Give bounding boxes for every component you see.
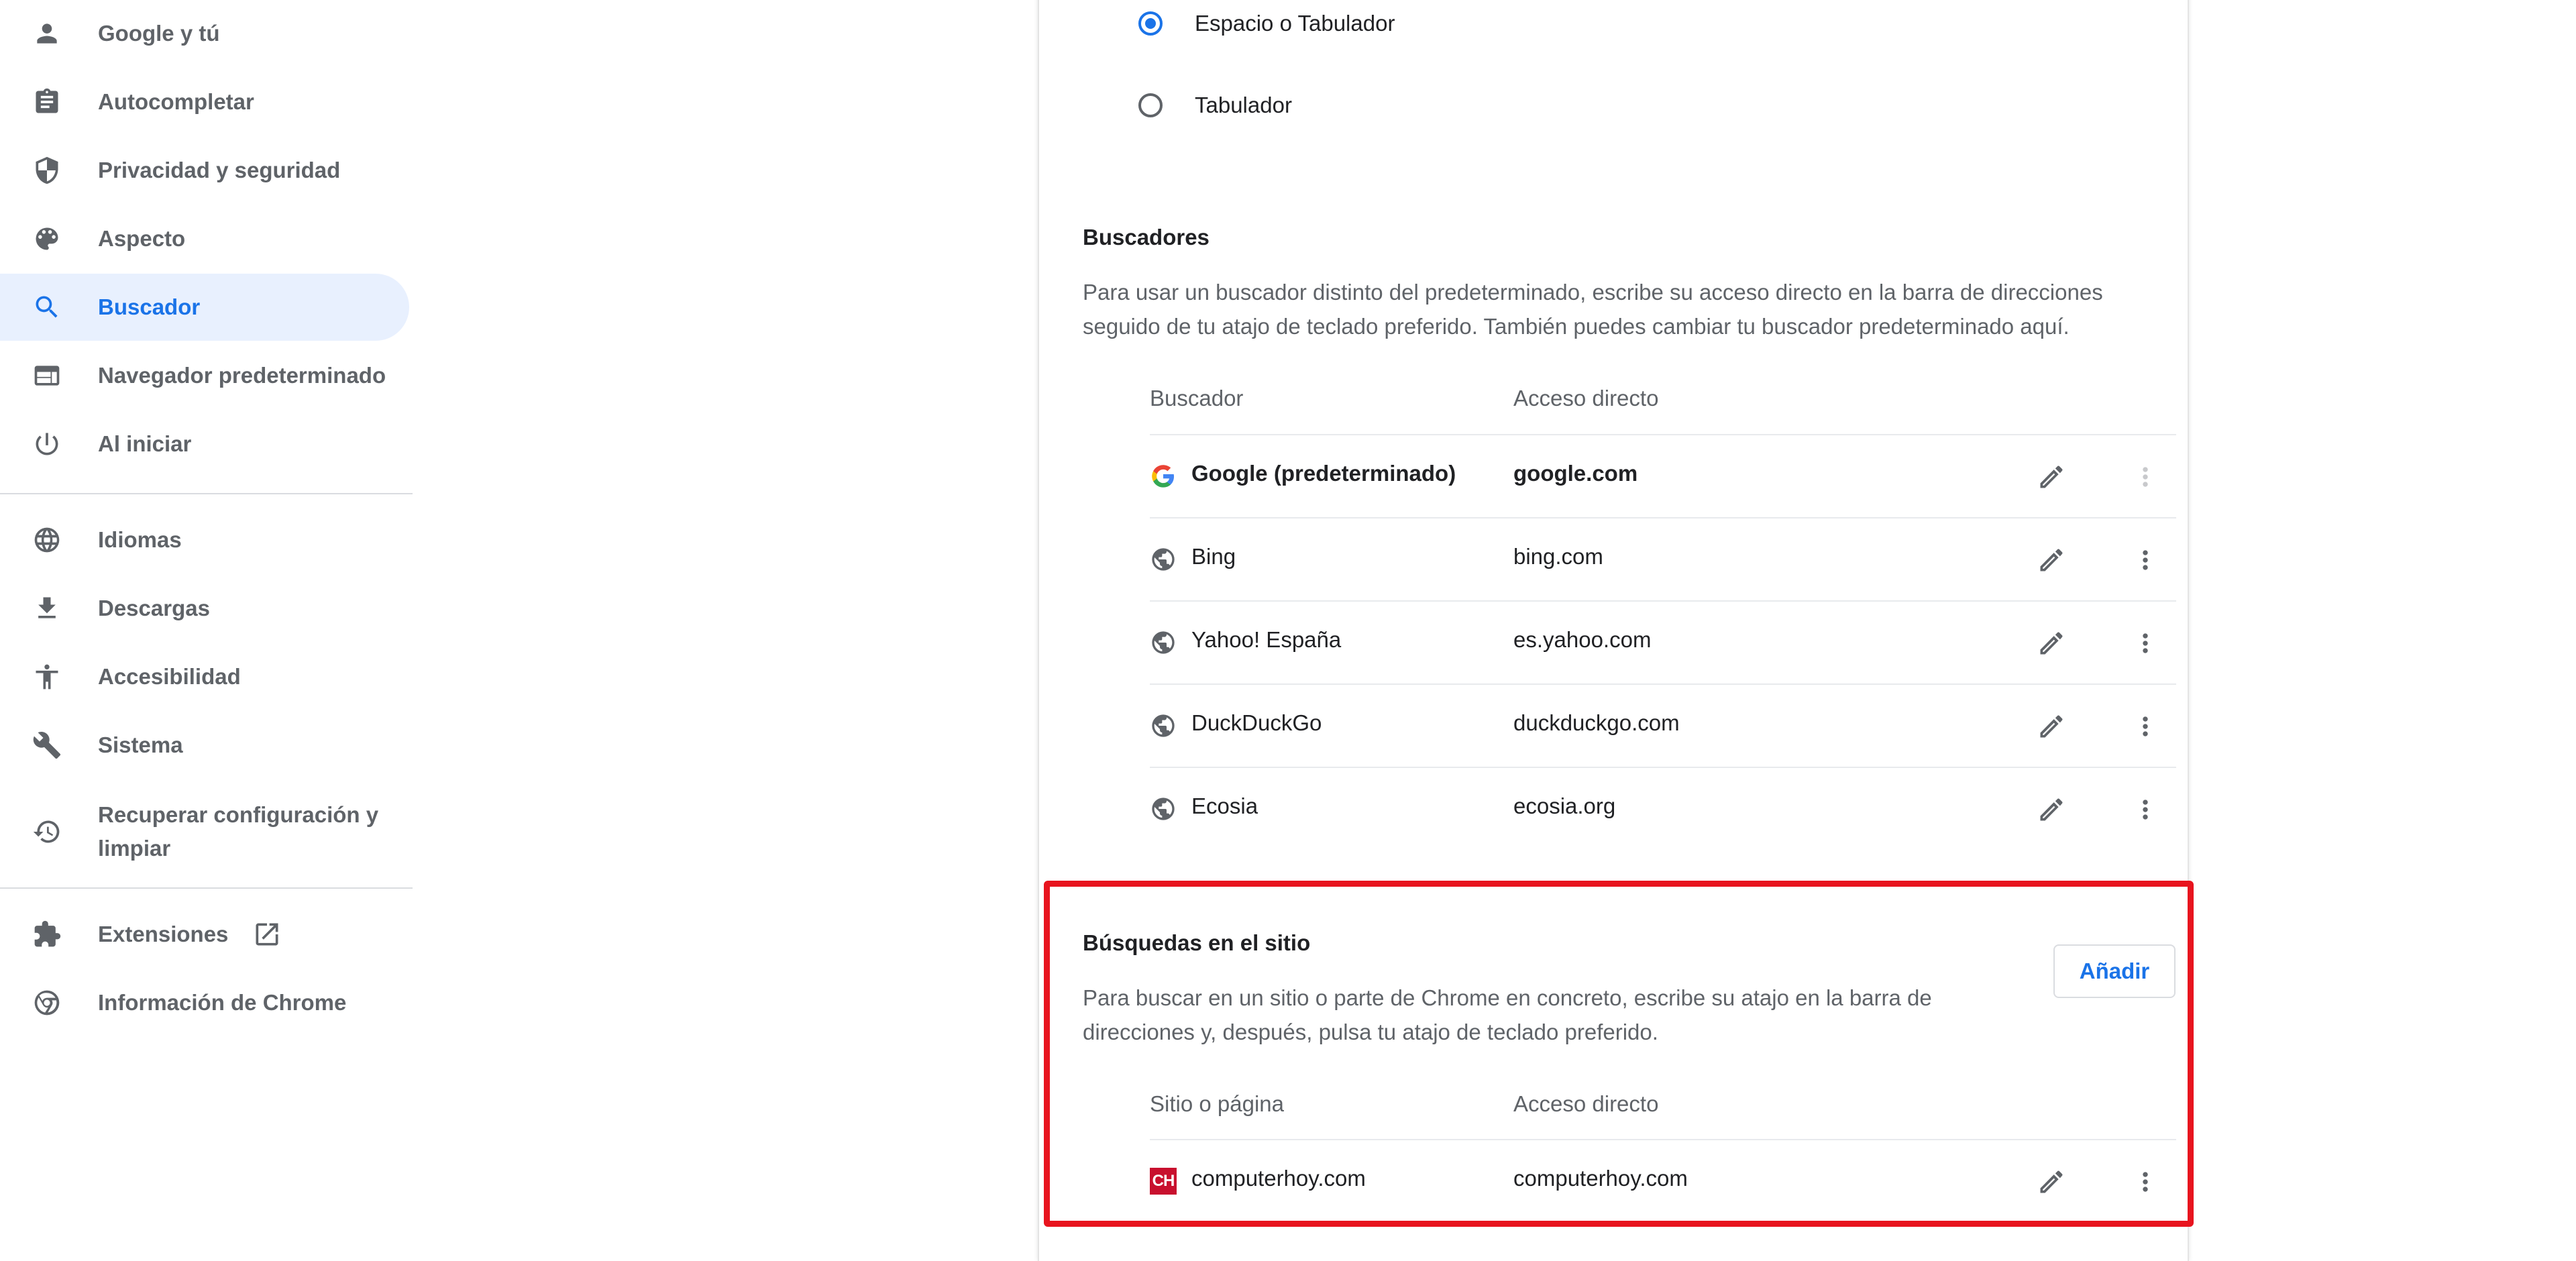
engine-shortcut: duckduckgo.com [1513,710,1680,735]
sidebar-item-extensiones[interactable]: Extensiones [0,901,409,968]
radio-tabulador[interactable]: Tabulador [1138,85,1292,125]
sidebar-item-label: Recuperar configuración y limpiar [98,802,379,861]
sidebar-item-google-y-tu[interactable]: Google y tú [0,0,409,67]
more-vert-icon[interactable] [2129,544,2161,576]
globe-icon [1150,712,1177,739]
chrome-icon [32,988,62,1018]
radio-label: Espacio o Tabulador [1195,11,1395,36]
accessibility-icon [32,662,62,692]
search-icon [32,292,62,322]
engine-name: Bing [1191,544,1236,569]
radio-button-unchecked[interactable] [1138,93,1163,117]
sidebar-item-label: Google y tú [98,21,220,46]
engine-shortcut: es.yahoo.com [1513,627,1652,652]
radio-espacio-tabulador[interactable]: Espacio o Tabulador [1138,3,1395,44]
engine-shortcut: bing.com [1513,544,1603,569]
open-in-new-icon [252,920,282,949]
table-row: Yahoo! España es.yahoo.com [1150,600,2176,683]
download-icon [32,594,62,623]
globe-icon [1150,629,1177,656]
sidebar-item-label: Navegador predeterminado [98,363,386,388]
search-engines-title: Buscadores [1083,225,1210,250]
browser-icon [32,361,62,390]
palette-icon [32,224,62,254]
sidebar-item-informacion-chrome[interactable]: Información de Chrome [0,969,409,1036]
sidebar-item-al-iniciar[interactable]: Al iniciar [0,410,409,478]
sidebar-item-label: Idiomas [98,527,182,552]
edit-pencil-icon[interactable] [2035,461,2068,493]
sidebar-item-sistema[interactable]: Sistema [0,712,409,779]
settings-sidebar: Google y tú Autocompletar Privacidad y s… [0,0,419,1231]
wrench-icon [32,730,62,760]
search-engines-description: Para usar un buscador distinto del prede… [1083,280,2103,339]
more-vert-icon[interactable] [2129,710,2161,743]
engine-name: Google (predeterminado) [1191,461,1456,486]
sidebar-item-navegador-predeterminado[interactable]: Navegador predeterminado [0,342,409,409]
engine-name: Ecosia [1191,793,1258,818]
sidebar-item-idiomas[interactable]: Idiomas [0,506,409,573]
globe-icon [1150,546,1177,573]
clipboard-icon [32,87,62,117]
sidebar-separator [0,887,413,889]
table-row: Ecosia ecosia.org [1150,767,2176,850]
table-row: Google (predeterminado) google.com [1150,434,2176,517]
highlight-annotation-box [1044,881,2194,1227]
more-vert-icon [2129,461,2161,493]
sidebar-item-privacidad[interactable]: Privacidad y seguridad [0,137,409,204]
engine-name: DuckDuckGo [1191,710,1322,735]
sidebar-item-descargas[interactable]: Descargas [0,575,409,642]
sidebar-item-label: Autocompletar [98,89,254,114]
sidebar-item-label: Privacidad y seguridad [98,158,341,182]
sidebar-separator [0,493,413,494]
power-icon [32,429,62,459]
table-row: Bing bing.com [1150,517,2176,600]
sidebar-item-label: Aspecto [98,226,186,251]
sidebar-item-label: Información de Chrome [98,990,347,1015]
sidebar-item-label: Descargas [98,596,210,620]
globe-icon [32,525,62,555]
puzzle-icon [32,920,62,949]
more-vert-icon[interactable] [2129,627,2161,659]
sidebar-item-aspecto[interactable]: Aspecto [0,205,409,272]
person-icon [32,19,62,48]
sidebar-item-accesibilidad[interactable]: Accesibilidad [0,643,409,710]
edit-pencil-icon[interactable] [2035,544,2068,576]
engine-shortcut: google.com [1513,461,1638,486]
restore-icon [32,817,62,846]
table-row: DuckDuckGo duckduckgo.com [1150,683,2176,767]
sidebar-item-label: Sistema [98,732,183,757]
engine-name: Yahoo! España [1191,627,1342,652]
sidebar-item-recuperar-configuracion[interactable]: Recuperar configuración y limpiar [0,788,409,875]
sidebar-item-label: Al iniciar [98,431,192,456]
column-header-engine: Buscador [1150,386,1244,410]
sidebar-item-label: Accesibilidad [98,664,241,689]
engine-shortcut: ecosia.org [1513,793,1616,818]
sidebar-item-label: Buscador [98,294,201,319]
globe-icon [1150,796,1177,822]
column-header-shortcut: Acceso directo [1513,386,1659,410]
edit-pencil-icon[interactable] [2035,627,2068,659]
edit-pencil-icon[interactable] [2035,710,2068,743]
search-engines-table-header: Buscador Acceso directo [1150,379,2176,419]
shield-icon [32,156,62,185]
sidebar-item-autocompletar[interactable]: Autocompletar [0,68,409,135]
more-vert-icon[interactable] [2129,793,2161,826]
edit-pencil-icon[interactable] [2035,793,2068,826]
sidebar-item-label: Extensiones [98,922,229,946]
sidebar-item-buscador[interactable]: Buscador [0,274,409,341]
radio-label: Tabulador [1195,93,1292,117]
radio-button-checked[interactable] [1138,11,1163,36]
google-g-icon [1150,463,1177,490]
